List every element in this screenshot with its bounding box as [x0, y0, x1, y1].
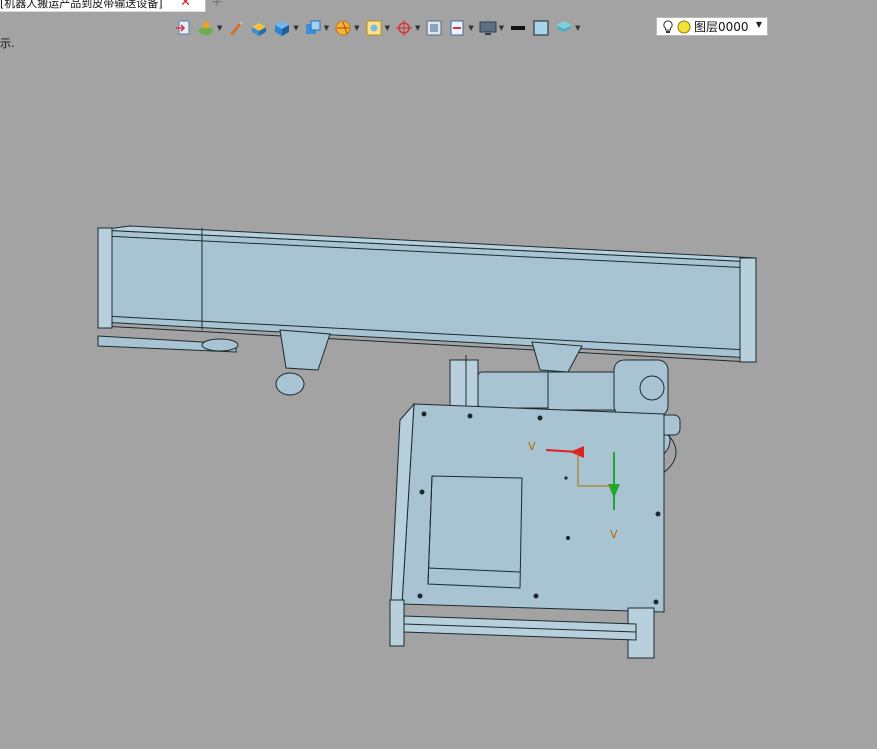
layer-dropdown[interactable]: 图层0000 ▼ [656, 17, 768, 36]
face-color-button[interactable] [250, 17, 268, 39]
layer-stack-button[interactable]: ▼ [555, 17, 581, 39]
section-icon [335, 20, 351, 36]
chevron-down-icon[interactable]: ▼ [468, 24, 473, 32]
chevron-down-icon[interactable]: ▼ [385, 24, 390, 32]
fill-color-button[interactable] [532, 17, 550, 39]
brush-icon [230, 21, 244, 35]
brush-button[interactable] [227, 17, 245, 39]
triad-y-label: V [610, 528, 618, 541]
display-button[interactable]: ▼ [479, 17, 504, 39]
document-tab-title: [机器人搬运产品到皮带输送设备] [0, 0, 163, 10]
document-tab[interactable]: [机器人搬运产品到皮带输送设备] ✕ [0, 0, 206, 12]
layer-name: 图层0000 [694, 20, 749, 34]
section-button[interactable]: ▼ [334, 17, 360, 39]
coordinate-icon [395, 20, 412, 36]
frame-button[interactable] [425, 17, 443, 39]
chevron-down-icon[interactable]: ▼ [756, 20, 762, 29]
layer-stack-icon [556, 21, 573, 32]
import-icon [176, 20, 190, 35]
material-button[interactable]: ▼ [197, 17, 222, 39]
solid-button[interactable]: ▼ [273, 17, 299, 39]
dimension-icon [450, 20, 464, 36]
line-style-button[interactable] [509, 17, 527, 39]
triad-x-label: V [528, 440, 536, 453]
frame-icon [426, 20, 442, 36]
view-toolbar: ▼ ▼ ▼ ▼ ▼ ▼ ▼ ▼ ▼ [174, 16, 586, 40]
chevron-down-icon[interactable]: ▼ [324, 24, 329, 32]
3d-viewport[interactable]: V V [0, 0, 877, 749]
dimension-button[interactable]: ▼ [448, 17, 474, 39]
coordinate-button[interactable]: ▼ [395, 17, 420, 39]
solid-icon [275, 21, 290, 36]
chevron-down-icon[interactable]: ▼ [575, 24, 580, 32]
line-icon [511, 26, 526, 30]
display-icon [479, 21, 497, 35]
close-icon[interactable]: ✕ [180, 0, 191, 9]
layer-color-icon [677, 20, 691, 33]
view-area-button[interactable]: ▼ [365, 17, 390, 39]
bulb-icon[interactable] [662, 19, 674, 34]
workstation-table-model[interactable] [389, 402, 665, 659]
view-area-icon [366, 20, 382, 36]
face-color-icon [252, 23, 267, 36]
fill-icon [533, 20, 549, 36]
new-tab-icon[interactable]: + [211, 0, 223, 9]
chevron-down-icon[interactable]: ▼ [499, 24, 504, 32]
chevron-down-icon[interactable]: ▼ [217, 24, 222, 32]
render-mode-button[interactable]: ▼ [304, 17, 329, 39]
status-hint-text: 示. [0, 37, 15, 50]
material-icon [199, 21, 213, 35]
chevron-down-icon[interactable]: ▼ [293, 24, 298, 32]
render-mode-icon [305, 20, 321, 34]
import-button[interactable] [174, 17, 192, 39]
chevron-down-icon[interactable]: ▼ [354, 24, 359, 32]
chevron-down-icon[interactable]: ▼ [415, 24, 420, 32]
